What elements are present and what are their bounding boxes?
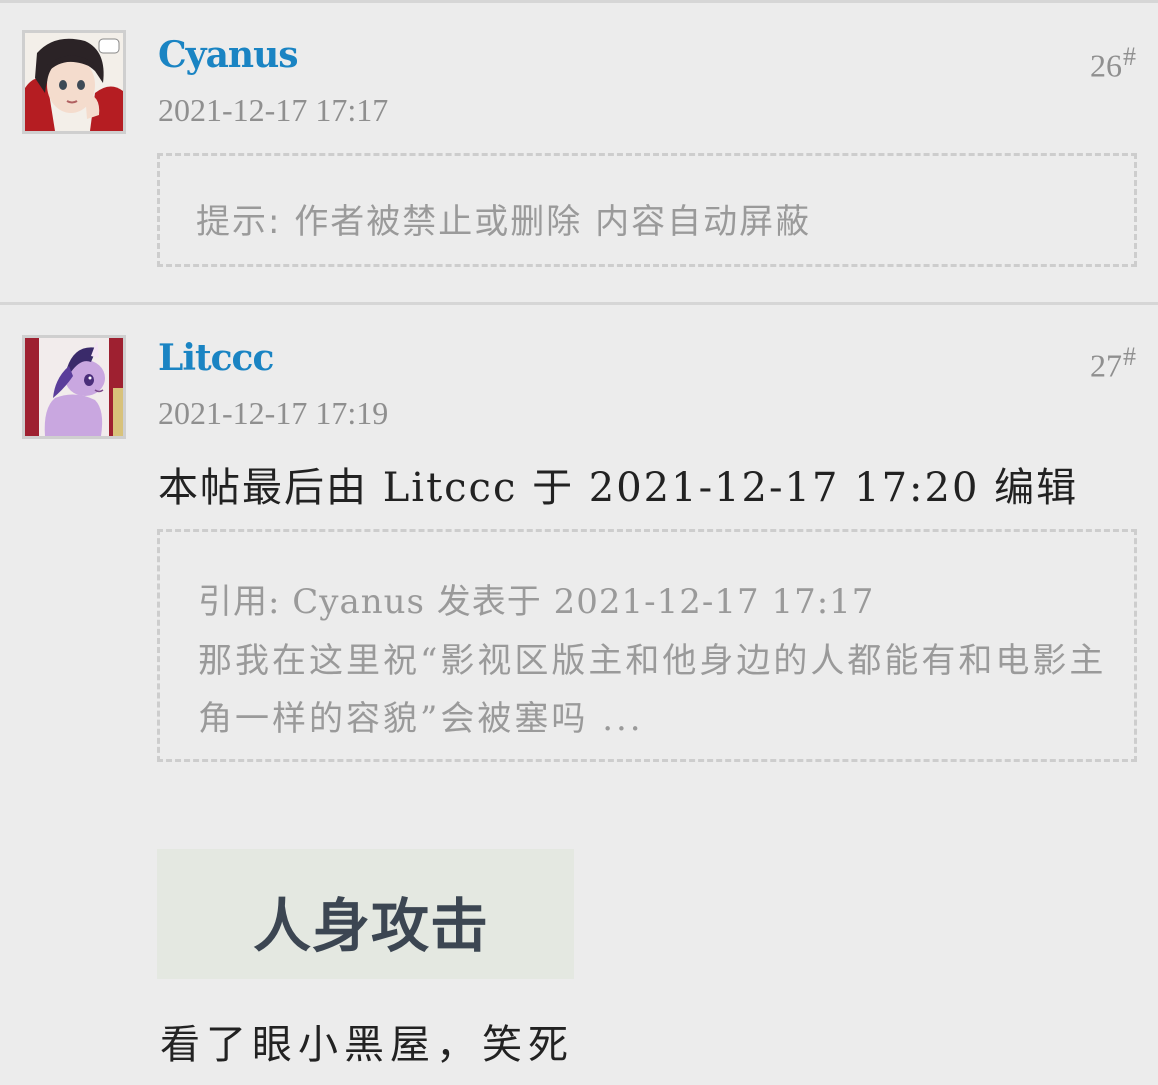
post-26: Cyanus 2021-12-17 17:17 26# 提示: 作者被禁止或删除… bbox=[0, 0, 1158, 302]
quote-block: 引用: Cyanus 发表于 2021-12-17 17:17 那我在这里祝“影… bbox=[157, 529, 1137, 762]
avatar-litccc[interactable] bbox=[22, 335, 126, 439]
avatar-image bbox=[25, 33, 123, 131]
floor-number[interactable]: 26# bbox=[1090, 42, 1136, 85]
floor-number-value: 26 bbox=[1090, 47, 1122, 84]
post-timestamp: 2021-12-17 17:19 bbox=[158, 395, 389, 431]
avatar-image bbox=[25, 338, 123, 436]
post-timestamp: 2021-12-17 17:17 bbox=[158, 92, 389, 128]
notice-text: 提示: 作者被禁止或删除 内容自动屏蔽 bbox=[196, 202, 812, 242]
reply-text: 看了眼小黑屋，笑死 bbox=[160, 1022, 574, 1068]
floor-number[interactable]: 27# bbox=[1090, 342, 1136, 385]
sticker-image[interactable]: 人身攻击 bbox=[157, 849, 574, 979]
floor-number-value: 27 bbox=[1090, 347, 1122, 384]
edit-note: 本帖最后由 Litccc 于 2021-12-17 17:20 编辑 bbox=[158, 465, 1079, 511]
floor-hash: # bbox=[1123, 42, 1136, 71]
post-27: Litccc 2021-12-17 17:19 27# 本帖最后由 Litccc… bbox=[0, 305, 1158, 1085]
username-link[interactable]: Cyanus bbox=[158, 34, 299, 76]
username-link[interactable]: Litccc bbox=[158, 337, 274, 379]
avatar-cyanus[interactable] bbox=[22, 30, 126, 134]
blocked-content-notice: 提示: 作者被禁止或删除 内容自动屏蔽 bbox=[157, 153, 1137, 267]
sticker-text: 人身攻击 bbox=[253, 892, 490, 960]
quote-body: 那我在这里祝“影视区版主和他身边的人都能有和电影主角一样的容貌”会被塞吗 ... bbox=[198, 641, 1107, 739]
quote-header: 引用: Cyanus 发表于 2021-12-17 17:17 bbox=[198, 582, 875, 622]
floor-hash: # bbox=[1123, 342, 1136, 371]
